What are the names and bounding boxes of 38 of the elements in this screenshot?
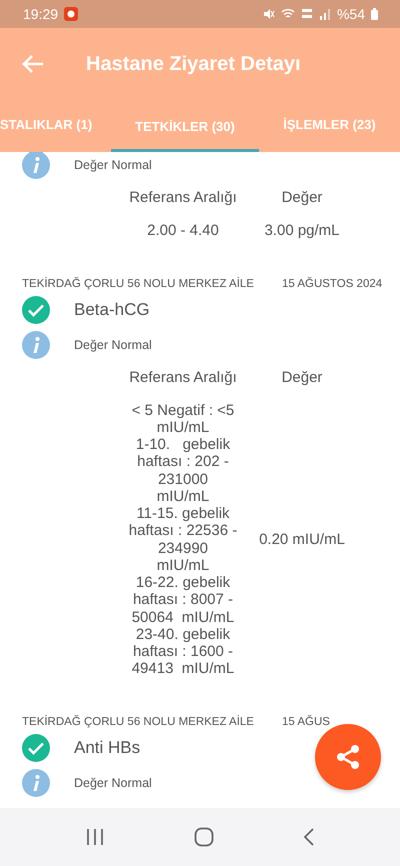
info-icon	[22, 331, 50, 360]
screen-title: Hastane Ziyaret Detayı	[86, 52, 301, 76]
wifi-icon	[280, 8, 295, 20]
signal-icon	[318, 8, 331, 20]
recent-apps-button[interactable]	[84, 828, 105, 846]
facility-name: TEKİRDAĞ ÇORLU 56 NOLU MERKEZ AİLE	[22, 716, 254, 728]
tab[interactable]: TETKİKLER (30)	[111, 100, 259, 152]
result-note: Değer Normal	[74, 338, 152, 352]
facility-name: TEKİRDAĞ ÇORLU 56 NOLU MERKEZ AİLE	[22, 278, 254, 290]
battery-percent: %54	[336, 6, 365, 22]
check-icon	[22, 734, 50, 762]
reference-range: < 5 Negatif : <5 mIU/mL 1-10. gebelik haftası : 202 - 231000 mIU/mL 11-15. gebelik haftası : 22536 - 234990 mIU/mL 16-22. gebelik haftası : 8007 - 50064 mIU/mL 23-40. gebelik haftası : 1600 - 49413 mIU/mL	[128, 402, 238, 678]
battery-icon	[371, 8, 378, 20]
reference-range: 2.00 - 4.40	[146, 221, 220, 240]
test-date: 15 AĞUS	[282, 716, 330, 728]
tab[interactable]: STALIKLAR (1)	[0, 100, 111, 152]
result-note: Değer Normal	[74, 158, 152, 172]
app-notification-icon	[64, 7, 78, 21]
result-note: Değer Normal	[74, 776, 152, 790]
column-header: Değer	[280, 368, 324, 388]
column-header: Referans Aralığı	[128, 188, 238, 208]
mute-icon	[262, 8, 275, 20]
info-icon	[22, 152, 50, 179]
column-header: Referans Aralığı	[128, 368, 238, 388]
result-value: 0.20 mIU/mL	[258, 530, 346, 550]
test-name: Anti HBs	[74, 738, 140, 758]
check-icon	[22, 296, 50, 324]
share-button[interactable]	[315, 724, 381, 790]
column-header: Değer	[280, 188, 324, 208]
back-nav-button[interactable]	[303, 827, 316, 847]
test-date: 15 AĞUSTOS 2024	[282, 278, 382, 290]
result-value: 3.00 pg/mL	[263, 221, 341, 240]
lte-icon	[300, 8, 313, 20]
info-icon	[22, 768, 50, 797]
status-time: 19:29	[23, 6, 58, 22]
tab[interactable]: İŞLEMLER (23)	[259, 100, 400, 152]
home-button[interactable]	[194, 827, 214, 847]
test-name: Beta-hCG	[74, 300, 150, 320]
